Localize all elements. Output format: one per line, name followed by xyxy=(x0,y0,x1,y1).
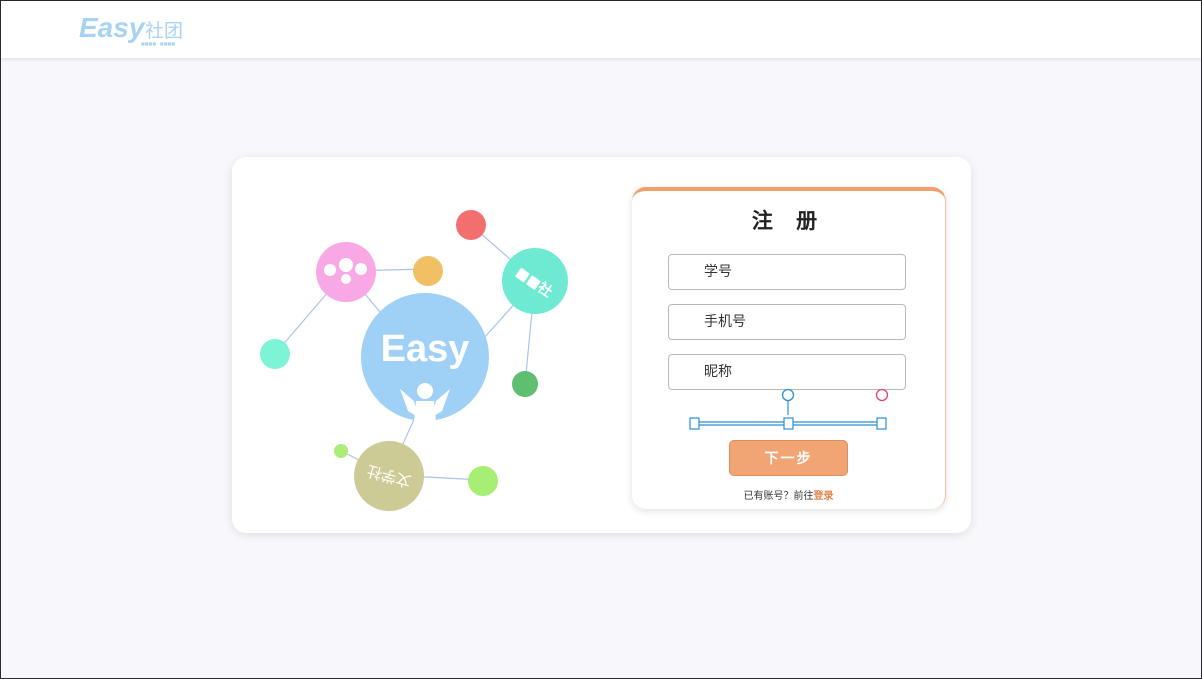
easy-club-logo[interactable]: Easy 社团 ■■■■ · ■■■■ xyxy=(79,11,199,47)
red-bubble xyxy=(456,210,486,240)
form-title: 注 册 xyxy=(751,209,826,233)
register-form: 注 册 下一步 已有账号？前往登录 xyxy=(632,187,946,509)
login-link[interactable]: 登录 xyxy=(814,491,834,502)
right-handle xyxy=(876,417,887,430)
login-prompt-text: 已有账号？前往 xyxy=(743,491,814,502)
next-step-button[interactable]: 下一步 xyxy=(729,440,848,476)
selection-handles[interactable] xyxy=(688,389,888,435)
nickname-input[interactable] xyxy=(668,354,906,390)
register-card: ■■社 Easy 文学社 注 册 下一步 已有账号？前往登录 xyxy=(232,157,971,533)
small-lime-bubble xyxy=(334,444,348,458)
phone-input[interactable] xyxy=(668,304,906,340)
logo-tagline: ■■■■ · ■■■■ xyxy=(141,41,175,46)
student-id-input[interactable] xyxy=(668,254,906,290)
lime-bubble xyxy=(468,466,498,496)
mint-bubble xyxy=(260,339,290,369)
logo-word: Easy xyxy=(79,12,146,43)
yellow-bubble xyxy=(413,256,443,286)
easy-center-word: Easy xyxy=(381,328,470,370)
delete-handle xyxy=(875,389,888,402)
rotate-handle xyxy=(781,389,795,402)
top-bar: Easy 社团 ■■■■ · ■■■■ xyxy=(1,1,1201,58)
logo-cn: 社团 xyxy=(145,20,183,42)
club-network-illustration: ■■社 Easy 文学社 xyxy=(260,210,568,511)
login-prompt: 已有账号？前往登录 xyxy=(632,487,945,502)
green-bubble xyxy=(512,371,538,397)
left-handle xyxy=(689,417,700,430)
middle-handle xyxy=(783,417,794,430)
